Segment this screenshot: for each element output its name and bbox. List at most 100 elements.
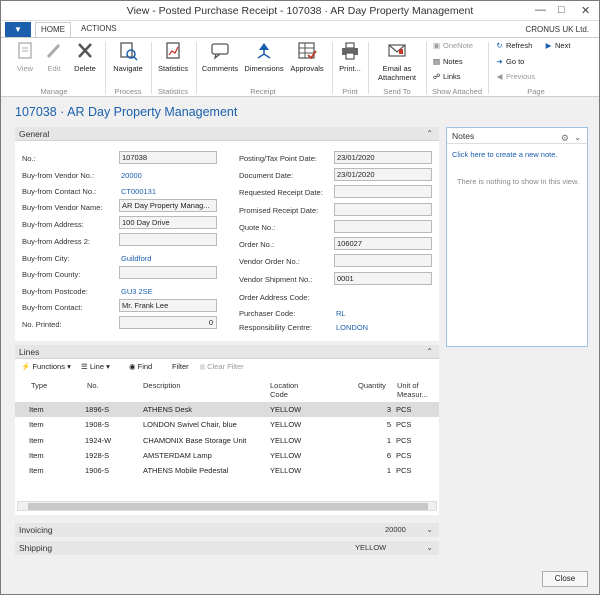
column-header-description[interactable]: Description [143, 381, 181, 390]
chevron-up-icon[interactable]: ⌃ [426, 345, 433, 359]
previous-button[interactable]: ◀ Previous [495, 72, 536, 81]
table-row[interactable]: Item 1908-S LONDON Swivel Chair, blue YE… [15, 417, 439, 432]
edit-button[interactable]: Edit [43, 41, 65, 73]
edit-label: Edit [47, 64, 61, 73]
approvals-button[interactable]: Approvals [288, 41, 326, 73]
field-order-no[interactable]: 106027 [334, 237, 432, 250]
table-row[interactable]: Item 1906-S ATHENS Mobile Pedestal YELLO… [15, 463, 439, 478]
company-name[interactable]: CRONUS UK Ltd. [525, 25, 589, 34]
statistics-label: Statistics [157, 64, 188, 73]
create-note-link[interactable]: Click here to create a new note. [452, 150, 557, 159]
field-buy-from-address-2[interactable] [119, 233, 217, 246]
table-row[interactable]: Item 1924-W CHAMONIX Base Storage Unit Y… [15, 433, 439, 448]
cell-description: ATHENS Mobile Pedestal [143, 466, 229, 475]
field-buy-from-county[interactable] [119, 266, 217, 279]
onenote-icon: ▣ [432, 41, 441, 50]
column-header-no[interactable]: No. [87, 381, 99, 390]
general-header[interactable]: General ⌃ [15, 127, 439, 141]
tab-actions[interactable]: ACTIONS [81, 24, 117, 33]
tab-home[interactable]: HOME [35, 22, 71, 38]
dimensions-button[interactable]: Dimensions [242, 41, 286, 73]
notes-button[interactable]: ▤ Notes [432, 57, 463, 66]
view-button[interactable]: View [14, 41, 36, 73]
chevron-down-icon[interactable]: ⌄ [574, 130, 581, 146]
column-header-type[interactable]: Type [31, 381, 47, 390]
column-header-quantity[interactable]: Quantity [358, 381, 386, 390]
gear-icon[interactable]: ⚙ [561, 130, 569, 146]
email-as-attachment-button[interactable]: Email as Attachment [373, 41, 421, 82]
navigate-button[interactable]: Navigate [109, 41, 147, 73]
links-label: Links [443, 72, 461, 81]
close-window-icon[interactable]: ✕ [581, 4, 590, 17]
column-header-location-code[interactable]: Location Code [270, 381, 298, 399]
dimensions-label: Dimensions [244, 64, 284, 73]
field-no[interactable]: 107038 [119, 151, 217, 164]
statistics-button[interactable]: Statistics [154, 41, 192, 73]
printer-icon [342, 42, 358, 60]
cell-quantity: 3 [386, 405, 391, 414]
statistics-icon [166, 42, 180, 59]
field-buy-from-vendor-no[interactable]: 20000 [121, 171, 142, 180]
field-buy-from-address[interactable]: 100 Day Drive [119, 216, 217, 229]
filter-button[interactable]: Filter [172, 362, 189, 371]
field-no-printed[interactable]: 0 [119, 316, 217, 329]
group-page: Page [527, 87, 545, 96]
table-row[interactable]: Item 1896-S ATHENS Desk YELLOW 3 PCS [15, 402, 439, 417]
field-responsibility-centre[interactable]: LONDON [336, 323, 368, 332]
scrollbar-thumb[interactable] [28, 503, 428, 510]
clear-filter-button[interactable]: ⦻ Clear Filter [200, 362, 244, 372]
cell-type: Item [29, 436, 44, 445]
field-posting-date[interactable]: 23/01/2020 [334, 151, 432, 164]
field-document-date[interactable]: 23/01/2020 [334, 168, 432, 181]
window: View - Posted Purchase Receipt - 107038 … [0, 0, 600, 595]
field-promised-receipt-date[interactable] [334, 203, 432, 216]
field-label-buy-from-address: Buy-from Address: [22, 220, 84, 229]
field-vendor-order-no[interactable] [334, 254, 432, 267]
lines-header[interactable]: Lines ⌃ [15, 345, 439, 359]
minimize-icon[interactable]: — [535, 4, 546, 16]
functions-menu[interactable]: ⚡ Functions ▾ [21, 362, 71, 371]
print-label: Print... [339, 64, 361, 73]
goto-arrow-icon: ➜ [496, 57, 503, 66]
cell-description: ATHENS Desk [143, 405, 193, 414]
field-vendor-shipment-no[interactable]: 0001 [334, 272, 432, 285]
links-button[interactable]: ☍ Links [432, 72, 461, 81]
close-button[interactable]: Close [542, 571, 588, 587]
find-button[interactable]: ◉ Find [129, 362, 152, 371]
field-label-purchaser-code: Purchaser Code: [239, 309, 296, 318]
next-button[interactable]: ▶ Next [544, 41, 571, 50]
print-button[interactable]: Print... [337, 41, 363, 73]
goto-button[interactable]: ➜ Go to [495, 57, 524, 66]
refresh-button[interactable]: ↻ Refresh [495, 41, 532, 50]
field-label-vendor-order-no: Vendor Order No.: [239, 257, 300, 266]
divider [196, 42, 197, 94]
horizontal-scrollbar[interactable] [17, 501, 437, 511]
cell-quantity: 1 [386, 466, 391, 475]
column-header-unit-of-measure[interactable]: Unit of Measur... [397, 381, 428, 399]
app-menu-button[interactable]: ▼ [5, 22, 31, 37]
field-buy-from-contact-no[interactable]: CT000131 [121, 187, 156, 196]
field-buy-from-city[interactable]: Guildford [121, 254, 151, 263]
field-label-quote-no: Quote No.: [239, 223, 276, 232]
field-buy-from-vendor-name[interactable]: AR Day Property Manag... [119, 199, 217, 212]
field-buy-from-postcode[interactable]: GU3 2SE [121, 287, 153, 296]
line-menu[interactable]: ☰ Line ▾ [81, 362, 110, 371]
chevron-up-icon[interactable]: ⌃ [426, 127, 433, 141]
invoicing-fasttab[interactable]: Invoicing 20000 ⌄ [15, 523, 439, 537]
divider [488, 42, 489, 94]
delete-button[interactable]: Delete [72, 41, 98, 73]
chevron-down-icon[interactable]: ⌄ [426, 541, 433, 555]
find-label: Find [137, 362, 153, 371]
onenote-button[interactable]: ▣ OneNote [432, 41, 473, 50]
shipping-fasttab[interactable]: Shipping YELLOW ⌄ [15, 541, 439, 555]
field-quote-no[interactable] [334, 220, 432, 233]
maximize-icon[interactable]: □ [558, 4, 565, 16]
cell-no: 1896-S [85, 405, 110, 414]
chevron-down-icon[interactable]: ⌄ [426, 523, 433, 537]
field-purchaser-code[interactable]: RL [336, 309, 346, 318]
table-row[interactable]: Item 1928-S AMSTERDAM Lamp YELLOW 6 PCS [15, 448, 439, 463]
dropdown-arrow-icon: ▾ [67, 362, 71, 371]
field-requested-receipt-date[interactable] [334, 185, 432, 198]
field-buy-from-contact[interactable]: Mr. Frank Lee [119, 299, 217, 312]
comments-button[interactable]: Comments [200, 41, 240, 73]
